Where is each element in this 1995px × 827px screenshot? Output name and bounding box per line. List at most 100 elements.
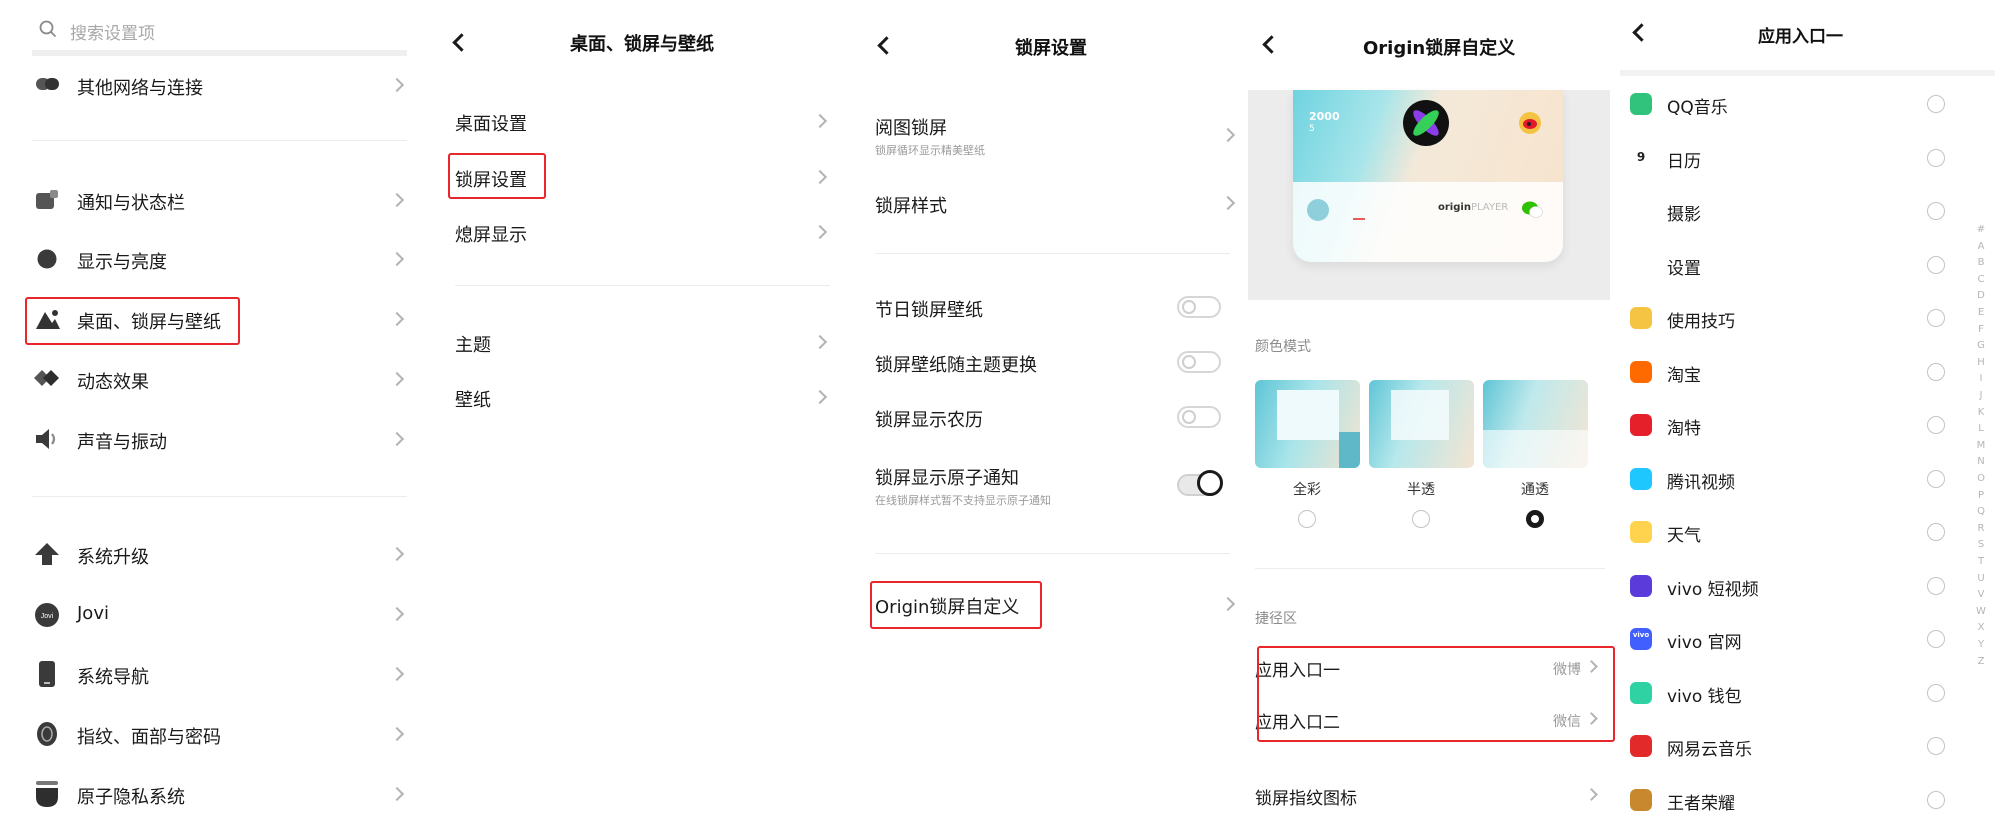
index-letter[interactable]: O [1975,473,1987,484]
back-arrow-icon[interactable] [877,36,896,55]
lunar-calendar-toggle[interactable] [1177,406,1221,428]
index-letter[interactable]: D [1975,290,1987,301]
app-select-radio[interactable] [1927,737,1945,755]
index-letter[interactable]: Q [1975,506,1987,517]
app-list-item[interactable]: 淘特 [1620,407,1950,443]
origin-customize-panel: Origin锁屏自定义 2000 5 originPLAYER 颜色模式 全彩 … [1245,0,1620,827]
app-list-item[interactable]: QQ音乐 [1620,86,1950,122]
back-arrow-icon[interactable] [1262,35,1281,54]
app-select-radio[interactable] [1927,255,1945,274]
color-mode-radio[interactable] [1526,510,1544,528]
index-letter[interactable]: V [1975,589,1987,600]
tencent-video-icon [1630,467,1652,490]
search-input[interactable]: 搜索设置项 [70,19,155,44]
settings-item-display[interactable]: 显示与亮度 [32,242,410,278]
app-list-item[interactable]: vivo 钱包 [1620,675,1950,711]
chevron-right-icon [1585,788,1598,801]
index-letter[interactable]: P [1975,490,1987,501]
app-select-radio[interactable] [1927,576,1945,595]
index-letter[interactable]: G [1975,340,1987,351]
index-letter[interactable]: L [1975,423,1987,434]
chevron-right-icon [389,77,405,93]
app-select-radio[interactable] [1927,790,1945,809]
app-select-radio[interactable] [1927,362,1945,381]
app-list-item[interactable]: 设置 [1620,247,1950,283]
app-list-item[interactable]: 使用技巧 [1620,300,1950,336]
index-letter[interactable]: M [1975,440,1987,451]
app-list-item[interactable]: 王者荣耀 [1620,782,1950,818]
settings-item-jovi[interactable]: Jovi Jovi [32,597,410,633]
menu-item-desktop[interactable]: 桌面设置 [455,104,835,140]
app-list-item[interactable]: vivo 短视频 [1620,568,1950,604]
color-mode-option-translucent[interactable]: 半透 [1369,380,1474,540]
index-letter[interactable]: R [1975,523,1987,534]
app-list-item[interactable]: 腾讯视频 [1620,461,1950,497]
index-letter[interactable]: T [1975,556,1987,567]
index-letter[interactable]: S [1975,539,1987,550]
settings-item-label: 通知与状态栏 [77,193,185,214]
app-select-radio[interactable] [1927,416,1945,434]
app-list-item[interactable]: vivo vivo 官网 [1620,621,1950,657]
settings-item-sound[interactable]: 声音与振动 [32,422,410,458]
settings-item-animation[interactable]: 动态效果 [32,362,410,398]
settings-item-other-network[interactable]: 其他网络与连接 [32,68,410,104]
color-mode-radio[interactable] [1412,510,1430,528]
app-select-radio[interactable] [1927,469,1945,488]
menu-item-aod[interactable]: 熄屏显示 [455,215,835,251]
index-letter[interactable]: F [1975,324,1987,335]
index-letter[interactable]: A [1975,241,1987,252]
app-select-radio[interactable] [1927,683,1945,702]
settings-item-privacy[interactable]: 原子隐私系统 [32,777,410,813]
menu-item-picture-lockscreen[interactable]: 阅图锁屏 锁屏循环显示精美壁纸 [875,112,1240,160]
menu-item-fingerprint-icon[interactable]: 锁屏指纹图标 [1255,778,1607,814]
color-mode-option-clear[interactable]: 通透 [1483,380,1588,540]
back-arrow-icon[interactable] [1632,23,1651,42]
app-list-item[interactable]: 天气 [1620,514,1950,550]
index-letter[interactable]: B [1975,257,1987,268]
app-select-radio[interactable] [1927,309,1945,327]
index-letter[interactable]: E [1975,307,1987,318]
app-select-radio[interactable] [1927,202,1945,220]
app-list-item[interactable]: 网易云音乐 [1620,728,1950,764]
app-list-item[interactable]: 9 日历 [1620,140,1950,176]
back-arrow-icon[interactable] [452,33,471,52]
chevron-right-icon [812,113,828,129]
app-list-item[interactable]: 淘宝 [1620,354,1950,390]
settings-item-upgrade[interactable]: 系统升级 [32,537,410,573]
atomic-notification-toggle[interactable] [1177,470,1223,496]
index-letter[interactable]: H [1975,357,1987,368]
settings-item-fingerprint[interactable]: 指纹、面部与密码 [32,717,410,753]
app-select-radio[interactable] [1927,95,1945,113]
color-mode-option-full[interactable]: 全彩 [1255,380,1360,540]
index-letter[interactable]: U [1975,573,1987,584]
app-entry-picker-panel: 应用入口一 QQ音乐 9 日历 摄影 设置 使用技巧 淘宝 淘特 腾讯视频 天气 vivo 短视频 v… [1620,0,1995,827]
brightness-icon [37,249,57,269]
theme-wallpaper-toggle[interactable] [1177,351,1221,373]
index-letter[interactable]: N [1975,456,1987,467]
chevron-right-icon [389,311,405,327]
menu-item-wallpaper[interactable]: 壁纸 [455,380,835,416]
app-select-radio[interactable] [1927,630,1945,648]
index-letter[interactable]: # [1975,224,1987,235]
index-letter[interactable]: C [1975,274,1987,285]
index-letter[interactable]: Z [1975,656,1987,667]
color-mode-radio[interactable] [1298,510,1316,528]
menu-item-theme[interactable]: 主题 [455,325,835,361]
app-select-radio[interactable] [1927,523,1945,541]
app-list-item[interactable]: 摄影 [1620,193,1950,229]
holiday-wallpaper-toggle[interactable] [1177,296,1221,318]
settings-item-navigation[interactable]: 系统导航 [32,657,410,693]
wechat-icon [1521,200,1543,220]
index-letter[interactable]: J [1975,390,1987,401]
index-letter[interactable]: X [1975,622,1987,633]
app-label: 使用技巧 [1667,312,1735,332]
search-bar[interactable]: 搜索设置项 [32,14,407,56]
settings-item-notification[interactable]: 通知与状态栏 [32,183,410,219]
index-letter[interactable]: W [1975,606,1987,617]
index-letter[interactable]: I [1975,373,1987,384]
chevron-right-icon [812,389,828,405]
menu-item-lockscreen-style[interactable]: 锁屏样式 [875,186,1240,222]
app-select-radio[interactable] [1927,148,1945,167]
index-letter[interactable]: K [1975,407,1987,418]
index-letter[interactable]: Y [1975,639,1987,650]
